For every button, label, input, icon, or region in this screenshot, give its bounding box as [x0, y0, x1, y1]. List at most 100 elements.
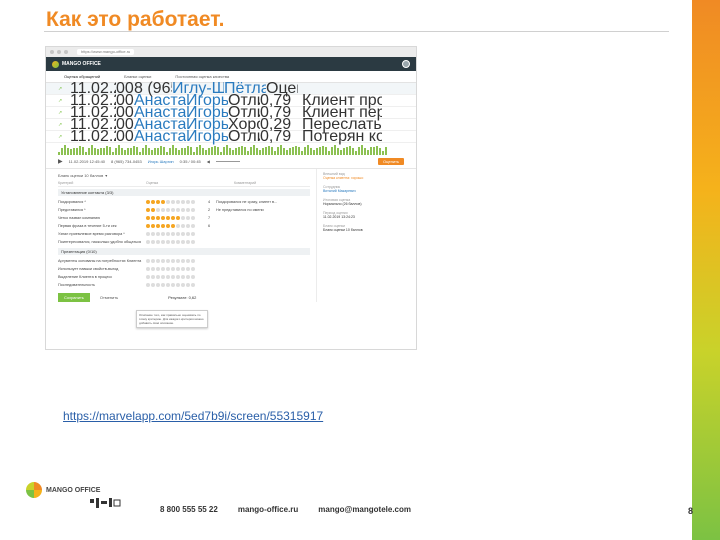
star-icon[interactable] — [146, 267, 150, 271]
star-icon[interactable] — [161, 200, 165, 204]
prototype-link[interactable]: https://marvelapp.com/5ed7b9i/screen/553… — [63, 409, 323, 423]
star-icon[interactable] — [171, 200, 175, 204]
star-icon[interactable] — [191, 275, 195, 279]
star-icon[interactable] — [151, 224, 155, 228]
star-icon[interactable] — [146, 259, 150, 263]
star-icon[interactable] — [186, 267, 190, 271]
address-bar[interactable]: https://www.mango-office.ru — [77, 49, 135, 55]
star-icon[interactable] — [176, 200, 180, 204]
star-icon[interactable] — [181, 208, 185, 212]
star-icon[interactable] — [176, 267, 180, 271]
star-icon[interactable] — [186, 240, 190, 244]
star-icon[interactable] — [151, 208, 155, 212]
criterion-comment[interactable]: Поздоровался не сразу, клиент в... — [216, 200, 306, 204]
star-icon[interactable] — [156, 232, 160, 236]
star-icon[interactable] — [166, 283, 170, 287]
volume-slider[interactable] — [215, 161, 240, 162]
star-icon[interactable] — [161, 259, 165, 263]
star-icon[interactable] — [181, 283, 185, 287]
star-rating[interactable] — [146, 224, 208, 228]
star-icon[interactable] — [191, 200, 195, 204]
star-icon[interactable] — [186, 232, 190, 236]
star-icon[interactable] — [161, 216, 165, 220]
star-icon[interactable] — [151, 240, 155, 244]
star-rating[interactable] — [146, 275, 208, 279]
star-rating[interactable] — [146, 259, 208, 263]
star-rating[interactable] — [146, 283, 208, 287]
star-icon[interactable] — [191, 267, 195, 271]
section-header[interactable]: Презентация (0/10) — [58, 248, 310, 255]
star-icon[interactable] — [151, 267, 155, 271]
star-icon[interactable] — [186, 283, 190, 287]
star-icon[interactable] — [171, 267, 175, 271]
star-icon[interactable] — [161, 240, 165, 244]
star-icon[interactable] — [151, 283, 155, 287]
cancel-button[interactable]: Отменить — [100, 295, 118, 300]
star-rating[interactable] — [146, 267, 208, 271]
star-icon[interactable] — [171, 259, 175, 263]
star-rating[interactable] — [146, 208, 208, 212]
star-icon[interactable] — [181, 224, 185, 228]
tab-call-evaluation[interactable]: Оценка обращений — [64, 74, 100, 79]
star-icon[interactable] — [166, 224, 170, 228]
star-icon[interactable] — [146, 208, 150, 212]
star-rating[interactable] — [146, 240, 208, 244]
star-icon[interactable] — [156, 208, 160, 212]
star-icon[interactable] — [166, 267, 170, 271]
star-rating[interactable] — [146, 216, 208, 220]
star-icon[interactable] — [181, 232, 185, 236]
star-icon[interactable] — [191, 216, 195, 220]
star-icon[interactable] — [151, 259, 155, 263]
star-icon[interactable] — [176, 259, 180, 263]
star-icon[interactable] — [156, 240, 160, 244]
avatar[interactable] — [402, 60, 410, 68]
star-icon[interactable] — [161, 267, 165, 271]
star-icon[interactable] — [176, 232, 180, 236]
tab-quality-control[interactable]: Постоянная оценка качества — [175, 74, 229, 79]
star-icon[interactable] — [156, 283, 160, 287]
form-select[interactable]: Бланк оценки 10 баллов ▾ — [58, 173, 310, 178]
star-icon[interactable] — [176, 275, 180, 279]
star-icon[interactable] — [191, 232, 195, 236]
volume-icon[interactable]: ◀ — [207, 159, 210, 164]
star-icon[interactable] — [171, 232, 175, 236]
star-icon[interactable] — [166, 240, 170, 244]
star-icon[interactable] — [146, 224, 150, 228]
cell-group[interactable]: Игорь Шаргин П.В — [186, 128, 228, 146]
star-icon[interactable] — [151, 216, 155, 220]
table-row[interactable]: ↗ 11.02.2019 12:54 00:45 Анастасия Щерба… — [46, 128, 416, 146]
star-icon[interactable] — [191, 224, 195, 228]
star-icon[interactable] — [156, 224, 160, 228]
star-icon[interactable] — [161, 208, 165, 212]
star-icon[interactable] — [166, 208, 170, 212]
star-icon[interactable] — [151, 275, 155, 279]
cell-operator[interactable]: Анастасия Щербакова — [134, 128, 186, 146]
star-icon[interactable] — [181, 240, 185, 244]
star-icon[interactable] — [186, 224, 190, 228]
star-icon[interactable] — [151, 200, 155, 204]
star-icon[interactable] — [171, 283, 175, 287]
star-icon[interactable] — [181, 267, 185, 271]
star-icon[interactable] — [166, 200, 170, 204]
star-icon[interactable] — [186, 200, 190, 204]
sidebar-info-value[interactable]: Виталий Макаревич — [323, 189, 410, 193]
section-header[interactable]: Установление контакта (3/3) — [58, 189, 310, 196]
star-icon[interactable] — [156, 259, 160, 263]
star-icon[interactable] — [191, 259, 195, 263]
star-rating[interactable] — [146, 232, 208, 236]
star-icon[interactable] — [181, 200, 185, 204]
star-icon[interactable] — [186, 208, 190, 212]
star-icon[interactable] — [166, 216, 170, 220]
star-icon[interactable] — [156, 200, 160, 204]
rate-button[interactable]: Оценить — [378, 158, 404, 165]
play-icon[interactable]: ▶ — [58, 158, 63, 165]
star-icon[interactable] — [151, 232, 155, 236]
star-icon[interactable] — [171, 224, 175, 228]
star-icon[interactable] — [186, 275, 190, 279]
star-icon[interactable] — [171, 216, 175, 220]
star-icon[interactable] — [191, 208, 195, 212]
star-icon[interactable] — [146, 283, 150, 287]
star-icon[interactable] — [161, 224, 165, 228]
star-icon[interactable] — [176, 283, 180, 287]
star-icon[interactable] — [181, 275, 185, 279]
